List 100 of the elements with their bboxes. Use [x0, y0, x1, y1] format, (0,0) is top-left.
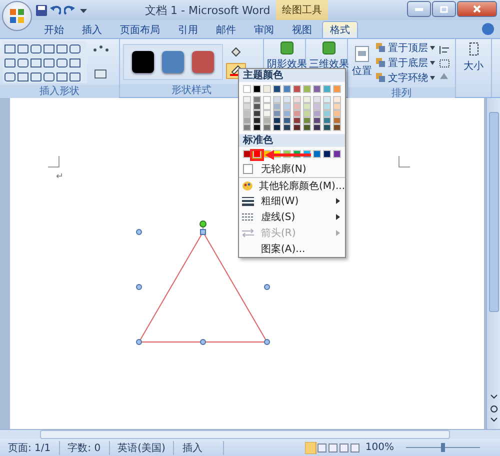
color-swatch[interactable]	[293, 124, 301, 131]
shape-style-swatch[interactable]	[192, 50, 214, 72]
color-swatch[interactable]	[313, 85, 321, 93]
arrange-command[interactable]: 置于顶层	[376, 41, 435, 55]
zoom-level[interactable]: 100%	[361, 442, 398, 453]
color-swatch[interactable]	[333, 117, 341, 124]
color-swatch[interactable]	[253, 85, 261, 93]
menu-item[interactable]: 其他轮廓颜色(M)...	[239, 177, 345, 193]
color-swatch[interactable]	[253, 117, 261, 124]
ribbon-tab[interactable]: 页面布局	[112, 21, 168, 38]
menu-item[interactable]: 图案(A)...	[239, 241, 345, 257]
arrange-command[interactable]: 置于底层	[376, 56, 435, 70]
color-swatch[interactable]	[253, 124, 261, 131]
color-swatch[interactable]	[313, 150, 321, 158]
color-swatch[interactable]	[273, 110, 281, 117]
color-swatch[interactable]	[293, 110, 301, 117]
color-swatch[interactable]	[303, 124, 311, 131]
color-swatch[interactable]	[253, 103, 261, 110]
size-button[interactable]: 大小	[459, 41, 488, 75]
shape-style-swatch[interactable]	[132, 50, 154, 72]
ribbon-tab[interactable]: 引用	[170, 21, 206, 38]
color-swatch[interactable]	[263, 103, 271, 110]
save-icon[interactable]	[34, 3, 48, 17]
undo-icon[interactable]	[48, 3, 62, 17]
office-button[interactable]	[2, 1, 32, 31]
position-button[interactable]: 位置	[351, 46, 373, 80]
color-swatch[interactable]	[323, 103, 331, 110]
color-swatch[interactable]	[303, 110, 311, 117]
redo-icon[interactable]	[62, 3, 76, 17]
color-swatch[interactable]	[273, 103, 281, 110]
color-swatch[interactable]	[323, 124, 331, 131]
color-swatch[interactable]	[303, 117, 311, 124]
vertical-scrollbar[interactable]	[486, 98, 500, 429]
color-swatch[interactable]	[263, 117, 271, 124]
minimize-button[interactable]	[407, 1, 431, 17]
color-swatch[interactable]	[303, 85, 311, 93]
color-swatch[interactable]	[263, 96, 271, 103]
color-swatch[interactable]	[333, 150, 341, 158]
color-swatch[interactable]	[263, 85, 271, 93]
color-swatch[interactable]	[273, 117, 281, 124]
close-button[interactable]	[457, 1, 497, 17]
color-swatch[interactable]	[283, 85, 291, 93]
color-swatch[interactable]	[273, 85, 281, 93]
help-icon[interactable]	[482, 23, 494, 35]
color-swatch[interactable]	[313, 103, 321, 110]
ribbon-tab[interactable]: 格式	[322, 21, 358, 38]
color-swatch[interactable]	[283, 117, 291, 124]
color-swatch[interactable]	[243, 124, 251, 131]
shape-style-swatch[interactable]	[162, 50, 184, 72]
shape-gallery-drawing[interactable]	[3, 41, 87, 83]
menu-item[interactable]: 粗细(W)	[239, 193, 345, 209]
ribbon-tab[interactable]: 审阅	[246, 21, 282, 38]
ribbon-tab[interactable]: 视图	[284, 21, 320, 38]
color-swatch[interactable]	[313, 110, 321, 117]
ribbon-tab[interactable]: 开始	[36, 21, 72, 38]
color-swatch[interactable]	[323, 85, 331, 93]
color-swatch[interactable]	[323, 96, 331, 103]
color-swatch[interactable]	[263, 124, 271, 131]
color-swatch[interactable]	[333, 85, 341, 93]
color-swatch[interactable]	[283, 110, 291, 117]
color-swatch[interactable]	[293, 85, 301, 93]
color-swatch[interactable]	[303, 96, 311, 103]
color-swatch[interactable]	[303, 103, 311, 110]
ribbon-tab[interactable]: 邮件	[208, 21, 244, 38]
view-buttons-drawing[interactable]	[305, 442, 362, 454]
style-gallery[interactable]	[123, 44, 223, 80]
browse-object-icon[interactable]	[490, 393, 498, 423]
color-swatch[interactable]	[323, 117, 331, 124]
arrange-command[interactable]: 文字环绕	[376, 71, 435, 85]
color-swatch[interactable]	[333, 110, 341, 117]
color-swatch[interactable]	[253, 110, 261, 117]
color-swatch[interactable]	[313, 117, 321, 124]
color-swatch[interactable]	[243, 85, 251, 93]
color-swatch[interactable]	[273, 124, 281, 131]
zoom-slider-thumb[interactable]	[441, 443, 445, 452]
color-swatch[interactable]	[293, 117, 301, 124]
color-swatch[interactable]	[283, 124, 291, 131]
color-swatch[interactable]	[243, 117, 251, 124]
color-swatch[interactable]	[333, 103, 341, 110]
color-swatch[interactable]	[283, 96, 291, 103]
color-swatch[interactable]	[313, 96, 321, 103]
color-swatch[interactable]	[333, 124, 341, 131]
color-swatch[interactable]	[323, 110, 331, 117]
color-swatch[interactable]	[333, 96, 341, 103]
color-swatch[interactable]	[293, 96, 301, 103]
color-swatch[interactable]	[243, 96, 251, 103]
color-swatch[interactable]	[293, 103, 301, 110]
ribbon-tab[interactable]: 插入	[74, 21, 110, 38]
color-swatch[interactable]	[263, 110, 271, 117]
color-swatch[interactable]	[313, 124, 321, 131]
maximize-button[interactable]	[432, 1, 456, 17]
menu-item[interactable]: 无轮廓(N)	[239, 161, 345, 177]
horizontal-scrollbar[interactable]	[0, 429, 500, 439]
color-swatch[interactable]	[323, 150, 331, 158]
color-swatch[interactable]	[253, 96, 261, 103]
color-swatch[interactable]	[273, 96, 281, 103]
menu-item[interactable]: 虚线(S)	[239, 209, 345, 225]
color-swatch[interactable]	[283, 103, 291, 110]
color-swatch[interactable]	[243, 110, 251, 117]
color-swatch[interactable]	[243, 103, 251, 110]
